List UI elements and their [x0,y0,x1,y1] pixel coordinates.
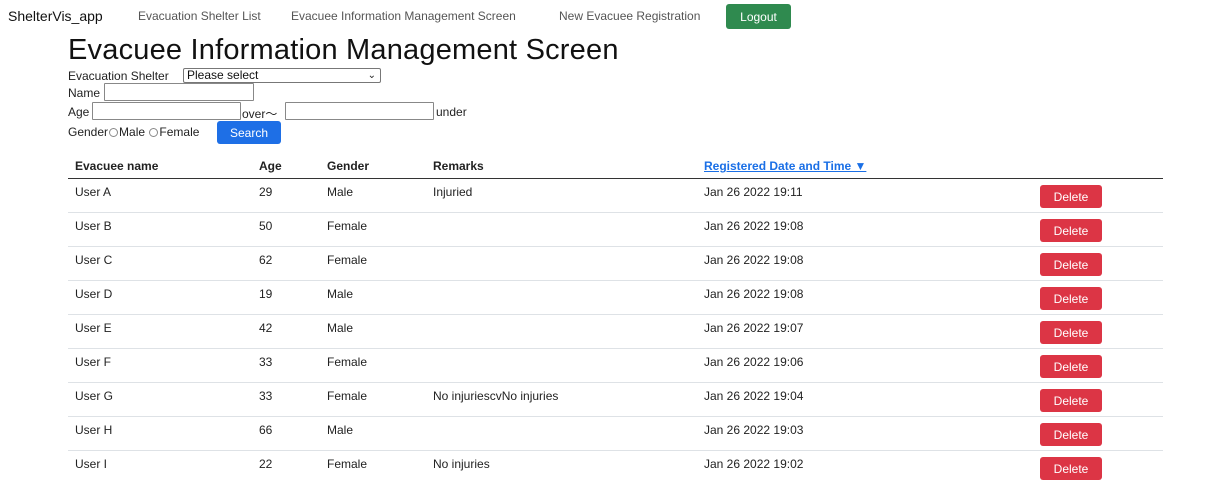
shelter-label: Evacuation Shelter [68,69,169,83]
cell-gender: Male [327,287,354,301]
col-header-age: Age [259,159,282,173]
cell-gender: Male [327,185,354,199]
cell-gender: Male [327,423,354,437]
cell-name: User D [75,287,113,301]
cell-registered: Jan 26 2022 19:02 [704,457,804,471]
name-input[interactable] [104,83,254,101]
shelter-select[interactable]: Please select ⌄ [183,68,381,83]
cell-age: 50 [259,219,273,233]
cell-name: User A [75,185,112,199]
logout-button[interactable]: Logout [726,4,791,29]
age-max-input[interactable] [285,102,434,120]
col-header-registered-sort[interactable]: Registered Date and Time ▼ [704,159,866,173]
cell-name: User I [75,457,108,471]
shelter-select-value: Please select [187,68,259,82]
cell-name: User C [75,253,113,267]
navbar: ShelterVis_app Evacuation Shelter List E… [0,0,1207,32]
delete-button[interactable]: Delete [1040,219,1102,242]
cell-gender: Female [327,219,368,233]
cell-gender: Female [327,253,368,267]
female-radio-label: Female [159,125,200,139]
page-title: Evacuee Information Management Screen [68,34,619,66]
nav-link-evacuee-management[interactable]: Evacuee Information Management Screen [291,9,516,23]
col-header-gender: Gender [327,159,370,173]
age-label: Age [68,105,90,119]
cell-registered: Jan 26 2022 19:08 [704,287,804,301]
table-row: User B 50 Female Jan 26 2022 19:08 Delete [68,213,1163,247]
cell-registered: Jan 26 2022 19:11 [704,185,803,199]
search-button[interactable]: Search [217,121,281,144]
cell-age: 33 [259,389,273,403]
age-min-input[interactable] [92,102,241,120]
cell-gender: Female [327,355,368,369]
delete-button[interactable]: Delete [1040,185,1102,208]
cell-registered: Jan 26 2022 19:04 [704,389,804,403]
female-radio[interactable] [149,128,159,137]
table-row: User F 33 Female Jan 26 2022 19:06 Delete [68,349,1163,383]
cell-registered: Jan 26 2022 19:03 [704,423,804,437]
cell-age: 66 [259,423,273,437]
cell-registered: Jan 26 2022 19:08 [704,253,804,267]
cell-gender: Female [327,389,368,403]
delete-button[interactable]: Delete [1040,287,1102,310]
gender-filter: Gender Male Female [68,125,199,139]
delete-button[interactable]: Delete [1040,355,1102,378]
cell-name: User B [75,219,112,233]
male-radio-label: Male [119,125,146,139]
cell-age: 33 [259,355,273,369]
cell-registered: Jan 26 2022 19:08 [704,219,804,233]
brand-link[interactable]: ShelterVis_app [8,8,103,24]
delete-button[interactable]: Delete [1040,423,1102,446]
cell-remarks: No injuriescvNo injuries [433,389,559,403]
table-row: User E 42 Male Jan 26 2022 19:07 Delete [68,315,1163,349]
nav-link-new-registration[interactable]: New Evacuee Registration [559,9,700,23]
cell-registered: Jan 26 2022 19:06 [704,355,804,369]
table-row: User C 62 Female Jan 26 2022 19:08 Delete [68,247,1163,281]
name-label: Name [68,86,101,100]
col-header-remarks: Remarks [433,159,484,173]
cell-remarks: Injuried [433,185,473,199]
cell-remarks: No injuries [433,457,490,471]
cell-age: 22 [259,457,273,471]
table-row: User H 66 Male Jan 26 2022 19:03 Delete [68,417,1163,451]
over-label: over～ [242,107,278,121]
table-row: User D 19 Male Jan 26 2022 19:08 Delete [68,281,1163,315]
table-row: User I 22 Female No injuries Jan 26 2022 19:… [68,451,1163,485]
delete-button[interactable]: Delete [1040,321,1102,344]
cell-age: 19 [259,287,273,301]
cell-name: User E [75,321,112,335]
cell-age: 62 [259,253,273,267]
cell-name: User G [75,389,114,403]
delete-button[interactable]: Delete [1040,457,1102,480]
chevron-down-icon: ⌄ [367,70,376,81]
gender-label: Gender [68,125,109,139]
delete-button[interactable]: Delete [1040,253,1102,276]
cell-name: User H [75,423,113,437]
cell-gender: Male [327,321,354,335]
table-row: User G 33 Female No injuriescvNo injuries Ja… [68,383,1163,417]
cell-registered: Jan 26 2022 19:07 [704,321,804,335]
table-row: User A 29 Male Injuried Jan 26 2022 19:11 Del… [68,179,1163,213]
col-header-name: Evacuee name [75,159,159,173]
under-label: under [436,105,467,119]
delete-button[interactable]: Delete [1040,389,1102,412]
cell-gender: Female [327,457,368,471]
nav-link-shelter-list[interactable]: Evacuation Shelter List [138,9,261,23]
cell-name: User F [75,355,111,369]
cell-age: 29 [259,185,273,199]
male-radio[interactable] [109,128,119,137]
cell-age: 42 [259,321,273,335]
